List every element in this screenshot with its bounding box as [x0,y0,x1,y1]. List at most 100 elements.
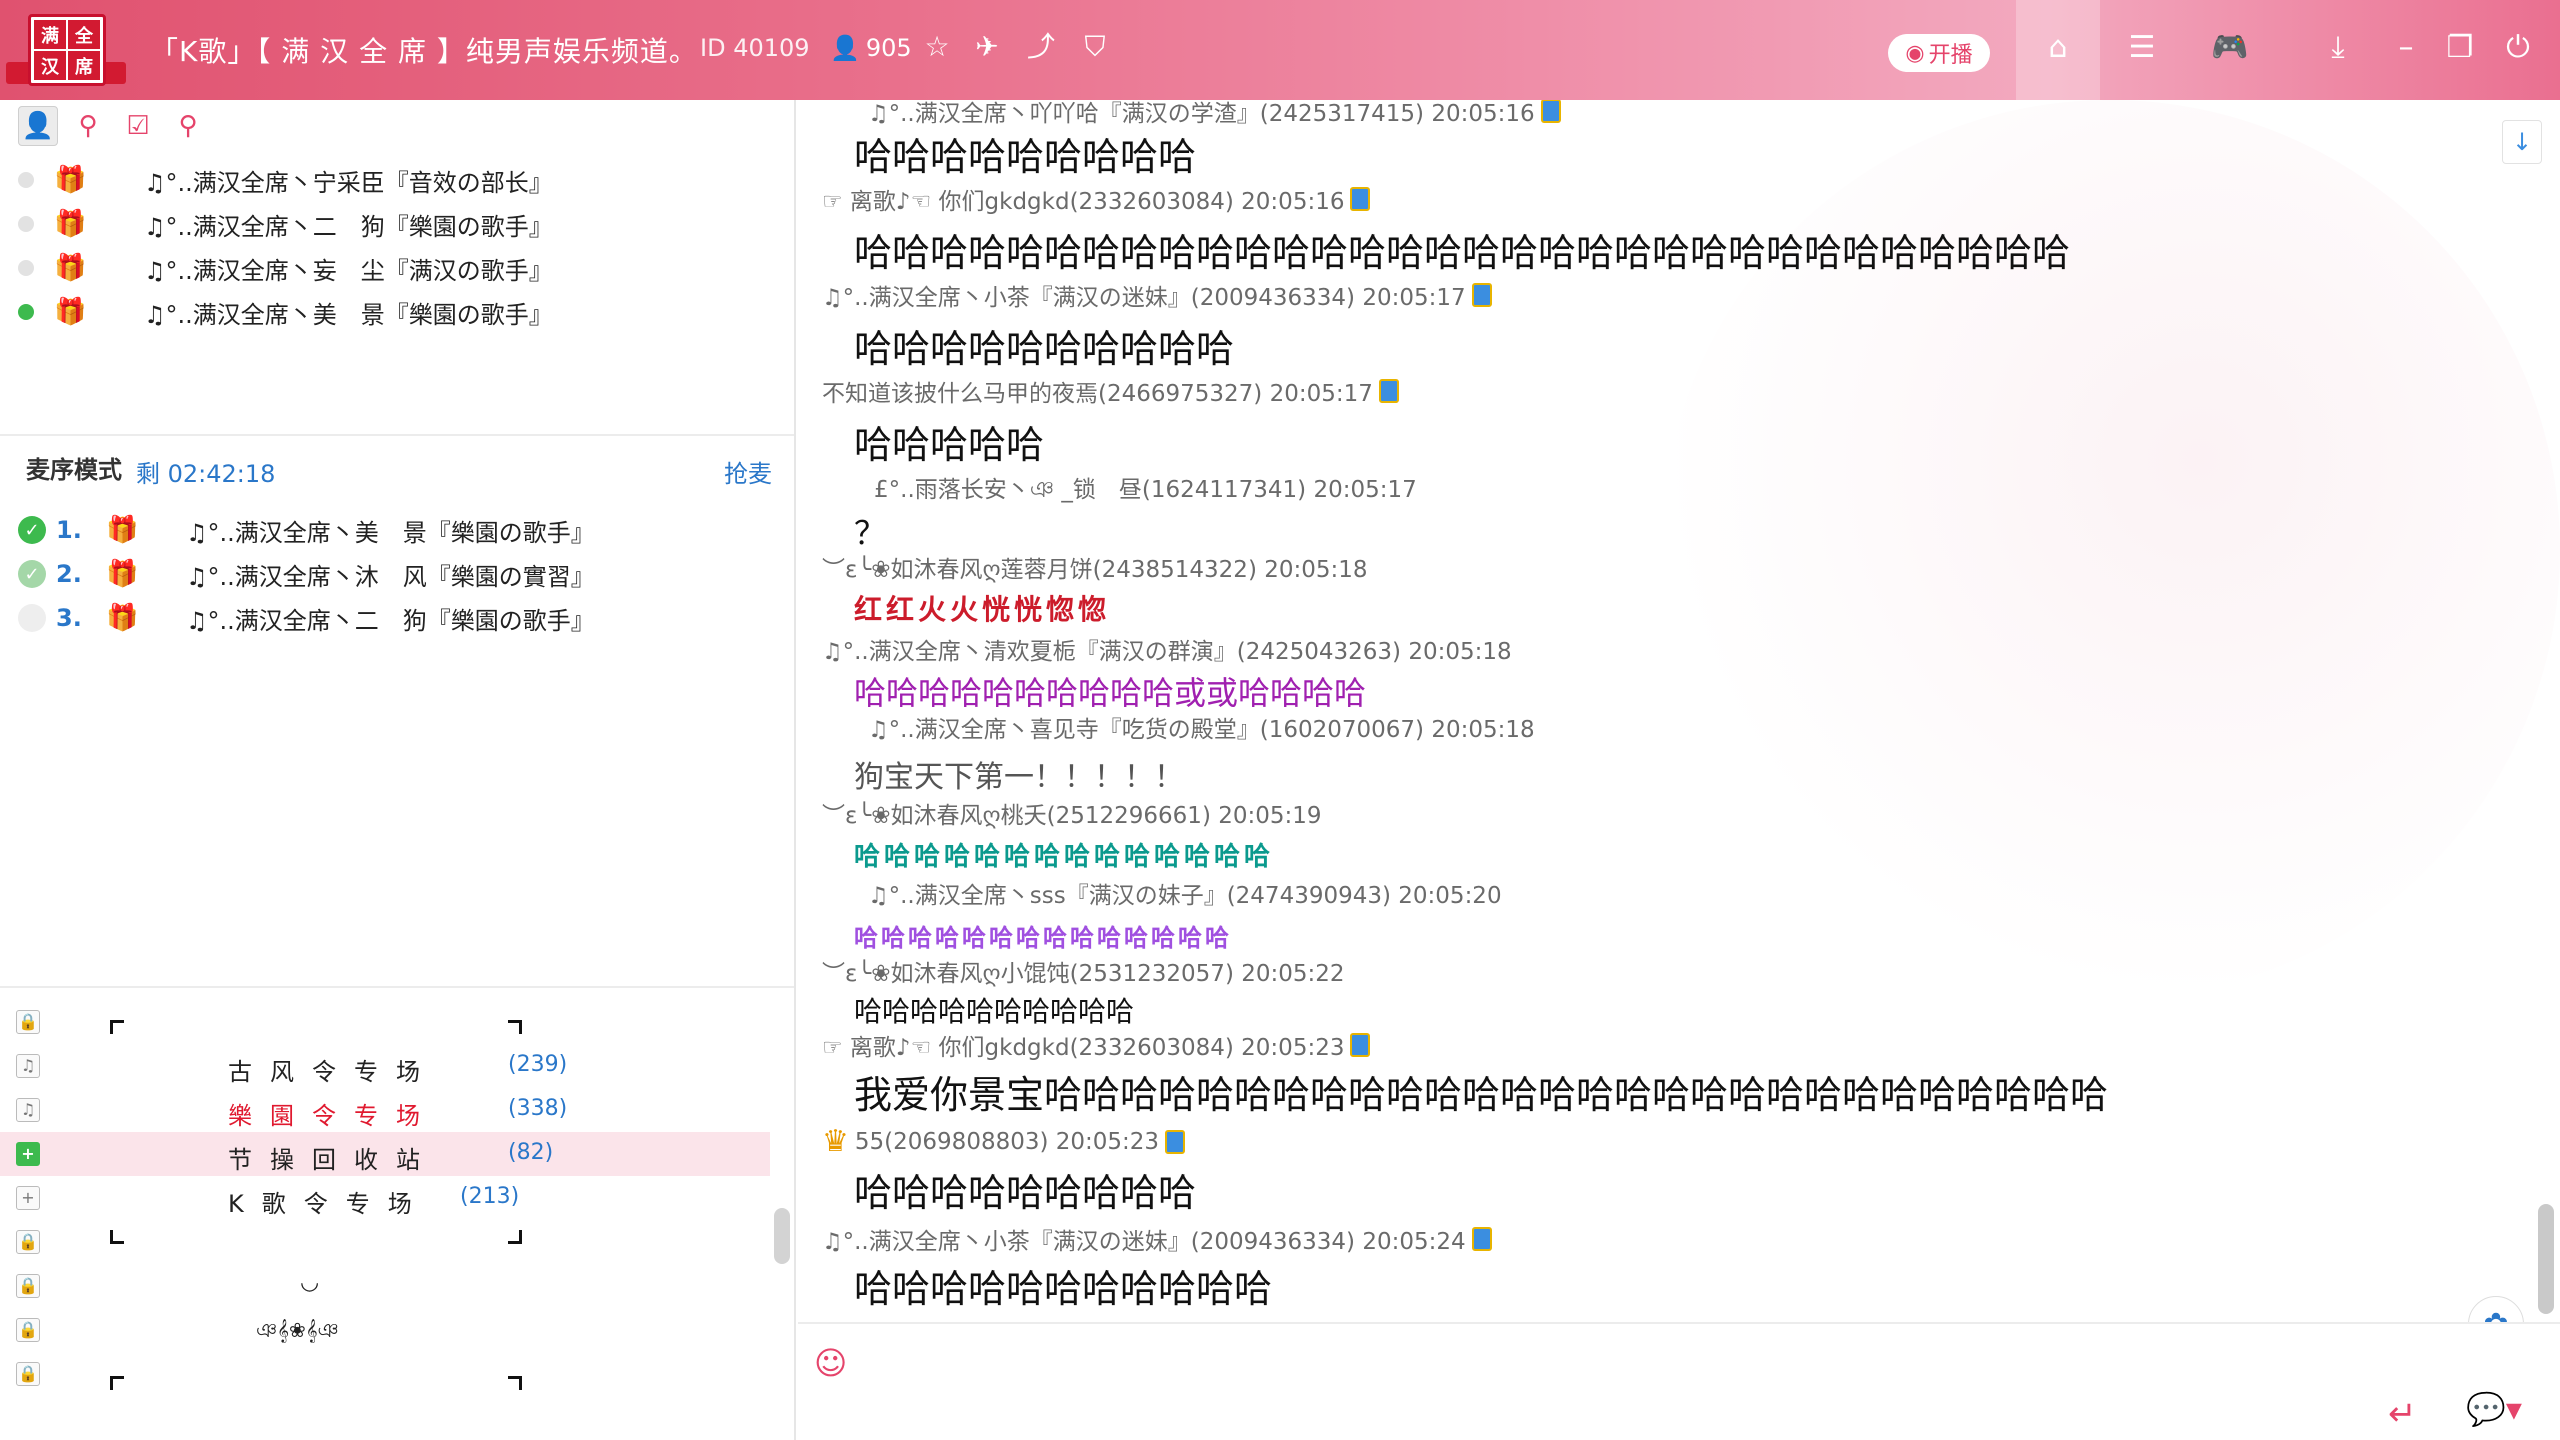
queue-list: ✓ 1. 🎁 ♫°..满汉全席丶美 景『樂園の歌手』 ✓ 2. 🎁 ♫°..满汉… [18,508,778,640]
message-body: 哈哈哈哈哈哈哈哈哈哈哈哈哈哈 [854,842,1275,872]
badge-icon [1471,1227,1492,1251]
channel-row[interactable]: 🔒 ঞ𝄞❀𝄞ঞ [0,1308,770,1352]
badge-icon [1471,283,1492,307]
channel-row[interactable]: ♫ 樂園令专场 (338) [0,1088,770,1132]
message-input-area: ☺ ↵ 💬▾ [798,1322,2560,1440]
message-body: 哈哈哈哈哈哈哈哈哈 [854,1171,1197,1215]
badge-icon [1350,1033,1371,1057]
channel-row[interactable]: + K歌令专场 (213) [0,1176,770,1220]
minimize-icon[interactable]: – [2386,28,2426,68]
home-button[interactable]: ⌂ [2016,0,2100,100]
channel-count: (239) [508,1052,568,1077]
download-icon[interactable]: ⤓ [2318,28,2358,68]
room-id: ID 40109 [700,34,810,62]
bracket-corner [110,1020,124,1034]
chat-scrollbar[interactable] [2538,1204,2554,1314]
channel-row-selected[interactable]: + 节操回收站 (82) [0,1132,770,1176]
badge-icon [1540,100,1561,123]
message-input[interactable] [868,1334,2468,1394]
grab-mic-button[interactable]: 抢麦 [724,454,772,489]
gift-icon: 🎁 [106,559,139,589]
queue-row[interactable]: 3. 🎁 ♫°..满汉全席丶二 狗『樂園の歌手』 [18,596,778,640]
message-body: 哈哈哈哈哈哈哈哈哈哈或或哈哈哈哈 [854,674,1367,712]
mic-row[interactable]: 🎁 ♫°..满汉全席丶二 狗『樂園の歌手』 [18,202,778,246]
channel-deco: ◡ [300,1270,320,1295]
left-scrollbar[interactable] [774,1208,790,1264]
queue-row[interactable]: ✓ 1. 🎁 ♫°..满汉全席丶美 景『樂園の歌手』 [18,508,778,552]
message-body: ？ [854,514,887,552]
message-body: 哈哈哈哈哈哈哈哈哈 [854,135,1197,179]
divider [0,434,794,436]
location-tab-icon[interactable]: ⚲ [68,106,108,146]
channel-logo: 满 全 汉 席 [6,4,126,96]
plane-icon[interactable]: ✈ [970,30,1004,64]
left-panel: 👤 ⚲ ☑ ⚲ 🎁 ♫°..满汉全席丶宁采臣『音效の部长』 🎁 ♫°..满汉全席… [0,100,796,1440]
gift-icon: 🎁 [54,209,87,239]
gift-icon: 🎁 [54,297,87,327]
power-icon[interactable]: ⏻ [2498,28,2538,68]
channel-row[interactable]: 🔒 [0,1000,770,1044]
message-body: 哈哈哈哈哈 [854,423,1045,467]
left-tabs: 👤 ⚲ ☑ ⚲ [18,106,208,146]
bracket-corner [508,1020,522,1034]
queue-header: 麦序模式 剩 02:42:18 抢麦 [26,450,786,490]
status-dot [18,216,34,232]
search-tab-icon[interactable]: ⚲ [168,106,208,146]
channel-name: 古风令专场 [228,1058,438,1086]
badge-icon [1165,1129,1186,1154]
message-header: ︶ε╰❀如沐春风ღ小馄饨(2531232057) 20:05:22 [822,961,1345,987]
mic-row[interactable]: 🎁 ♫°..满汉全席丶妄 尘『满汉の歌手』 [18,246,778,290]
message-header: ♫°..满汉全席丶吖吖哈『满汉の学渣』(2425317415) 20:05:16 [868,100,1561,128]
message-header: ♫°..满汉全席丶小茶『满汉の迷妹』(2009436334) 20:05:24 [822,1222,1492,1256]
chat-options-icon[interactable]: 💬▾ [2466,1390,2530,1430]
home-icon: ⌂ [2048,30,2068,65]
music-icon: ♫ [16,1054,40,1078]
channel-row[interactable]: 🔒 ◡ [0,1264,770,1308]
star-icon[interactable]: ☆ [920,30,954,64]
message-header: ☞ 离歌♪☜ 你们gkdgkd(2332603084) 20:05:23 [822,1028,1371,1062]
gamepad-icon[interactable]: 🎮 [2210,28,2250,68]
expand-icon[interactable]: + [16,1142,40,1166]
check-icon [18,604,46,632]
message-header: ♫°..满汉全席丶sss『满汉の妹子』(2474390943) 20:05:20 [868,883,1502,909]
channel-row[interactable]: ♫ 古风令专场 (239) [0,1044,770,1088]
message-body: 哈哈哈哈哈哈哈哈哈哈哈哈哈哈哈哈哈哈哈哈哈哈哈哈哈哈哈哈哈哈哈哈 [854,231,2071,275]
message-body: 哈哈哈哈哈哈哈哈哈哈哈哈哈哈 [854,924,1232,952]
notes-tab-icon[interactable]: ☑ [118,106,158,146]
check-icon: ✓ [18,560,46,588]
channel-name: K歌令专场 [228,1190,430,1218]
channel-row[interactable]: 🔒 [0,1220,770,1264]
message-body: 哈哈哈哈哈哈哈哈哈哈哈 [854,1267,1273,1311]
message-header: 不知道该披什么马甲的夜焉(2466975327) 20:05:17 [822,374,1399,408]
list-icon[interactable]: ☰ [2122,28,2162,68]
message-body: 哈哈哈哈哈哈哈哈哈哈 [854,995,1135,1028]
restore-icon[interactable]: ❐ [2440,28,2480,68]
emoji-icon[interactable]: ☺ [814,1344,854,1384]
mic-row[interactable]: 🎁 ♫°..满汉全席丶美 景『樂園の歌手』 [18,290,778,334]
queue-mode-label: 麦序模式 [26,456,122,484]
status-dot [18,260,34,276]
shield-icon[interactable]: ⛉ [1078,30,1112,64]
channel-deco: ঞ𝄞❀𝄞ঞ [256,1318,339,1342]
channel-row[interactable]: 🔒 [0,1352,770,1396]
members-tab-icon[interactable]: 👤 [18,106,58,146]
queue-row[interactable]: ✓ 2. 🎁 ♫°..满汉全席丶沐 风『樂園の實習』 [18,552,778,596]
lock-icon: 🔒 [16,1230,40,1254]
lock-icon: 🔒 [16,1362,40,1386]
scroll-to-bottom-icon[interactable]: ↓ [2502,120,2542,164]
send-icon[interactable]: ↵ [2388,1394,2432,1434]
bracket-corner [110,1376,124,1390]
message-header: ︶ε╰❀如沐春风ღ莲蓉月饼(2438514322) 20:05:18 [822,557,1368,583]
message-header: ♫°..满汉全席丶喜见寺『吃货の殿堂』(1602070067) 20:05:18 [868,717,1535,743]
check-icon: ✓ [18,516,46,544]
user-count: 👤 905 [830,34,912,62]
mic-row[interactable]: 🎁 ♫°..满汉全席丶宁采臣『音效の部长』 [18,158,778,202]
go-live-button[interactable]: ◉ 开播 [1888,34,1990,72]
expand-icon[interactable]: + [16,1186,40,1210]
lock-icon: 🔒 [16,1318,40,1342]
message-body: 狗宝天下第一！！！！！ [854,760,1184,795]
share-icon[interactable]: ⤴ [1024,30,1058,64]
queue-remaining-time: 剩 02:42:18 [136,460,276,488]
gift-icon: 🎁 [54,253,87,283]
mic-list: 🎁 ♫°..满汉全席丶宁采臣『音效の部长』 🎁 ♫°..满汉全席丶二 狗『樂園の… [18,158,778,334]
